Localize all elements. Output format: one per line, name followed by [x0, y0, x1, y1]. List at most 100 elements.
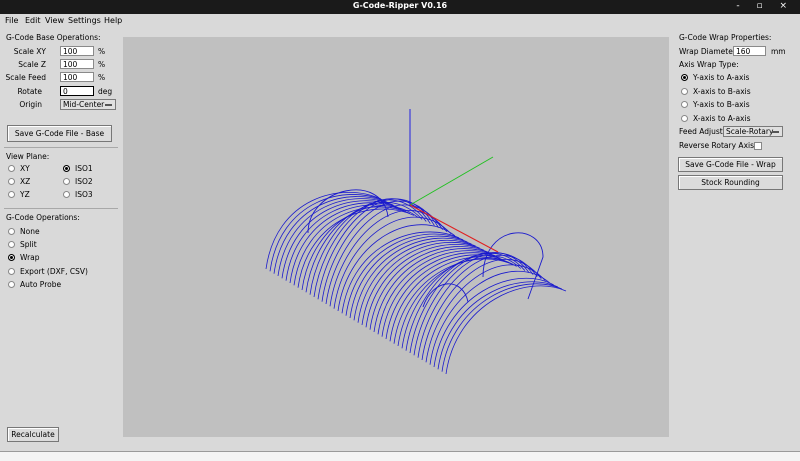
- op-split-label: Split: [20, 240, 37, 249]
- wrap-x-to-a-radio[interactable]: X-axis to A-axis: [681, 114, 751, 123]
- menu-view[interactable]: View: [45, 16, 64, 25]
- op-auto-probe-radio[interactable]: Auto Probe: [8, 280, 61, 289]
- wrapped-toolpath: [265, 189, 567, 375]
- toolpath-pass: [361, 241, 480, 326]
- toolpath-feature: [422, 283, 469, 308]
- radio-icon: [8, 280, 15, 288]
- separator: [4, 208, 118, 209]
- op-wrap-label: Wrap: [20, 253, 40, 262]
- rotate-label: Rotate: [17, 87, 42, 96]
- wrap-y-to-b-label: Y-axis to B-axis: [693, 100, 750, 109]
- origin-select[interactable]: Mid-Center: [60, 99, 116, 110]
- radio-selected-icon: [63, 164, 70, 172]
- reverse-rotary-checkbox[interactable]: [754, 142, 762, 150]
- wrap-y-to-a-radio[interactable]: Y-axis to A-axis: [681, 73, 749, 82]
- save-wrap-button[interactable]: Save G-Code File - Wrap: [678, 157, 783, 172]
- feed-adjust-value: Scale-Rotary: [726, 127, 774, 136]
- toolpath-pass: [369, 246, 489, 330]
- wrap-props-heading: G-Code Wrap Properties:: [679, 33, 772, 42]
- toolpath-pass: [429, 271, 550, 365]
- axis-wrap-type-label: Axis Wrap Type:: [679, 60, 739, 69]
- view-xy-label: XY: [20, 164, 30, 173]
- toolpath-feature: [482, 232, 544, 300]
- menu-edit[interactable]: Edit: [25, 16, 41, 25]
- wrap-diameter-unit: mm: [771, 47, 786, 56]
- reverse-rotary-label: Reverse Rotary Axis: [679, 141, 754, 150]
- menu-file[interactable]: File: [5, 16, 18, 25]
- op-export-radio[interactable]: Export (DXF, CSV): [8, 267, 88, 276]
- wrap-y-to-a-label: Y-axis to A-axis: [693, 73, 750, 82]
- radio-icon: [8, 267, 15, 275]
- title-bar: G-Code-Ripper V0.16 - ▫ ×: [0, 0, 800, 14]
- scale-xy-label: Scale XY: [13, 47, 46, 56]
- window-title: G-Code-Ripper V0.16: [352, 1, 448, 10]
- wrap-y-to-b-radio[interactable]: Y-axis to B-axis: [681, 100, 750, 109]
- radio-icon: [681, 100, 688, 108]
- radio-icon: [8, 240, 15, 248]
- radio-icon: [8, 177, 15, 185]
- toolpath-feature: [307, 189, 389, 234]
- base-ops-heading: G-Code Base Operations:: [6, 33, 101, 42]
- view-iso3-label: ISO3: [75, 190, 93, 199]
- radio-icon: [8, 164, 15, 172]
- view-xz-radio[interactable]: XZ: [8, 177, 30, 186]
- menu-bar: File Edit View Settings Help: [0, 14, 800, 28]
- radio-selected-icon: [681, 73, 688, 81]
- toolpath-pass: [445, 285, 567, 375]
- toolpath-pass: [377, 250, 497, 335]
- wrap-diameter-input[interactable]: 160: [733, 46, 766, 56]
- toolpath-pass: [345, 233, 464, 316]
- view-iso2-radio[interactable]: ISO2: [63, 177, 93, 186]
- wrap-x-to-b-radio[interactable]: X-axis to B-axis: [681, 87, 751, 96]
- chevron-down-icon: [105, 104, 112, 106]
- view-xz-label: XZ: [20, 177, 31, 186]
- wrap-x-to-a-label: X-axis to A-axis: [693, 114, 751, 123]
- window-controls[interactable]: - ▫ ×: [736, 1, 794, 11]
- op-split-radio[interactable]: Split: [8, 240, 37, 249]
- operations-heading: G-Code Operations:: [6, 213, 80, 222]
- stock-rounding-button[interactable]: Stock Rounding: [678, 175, 783, 190]
- op-none-radio[interactable]: None: [8, 227, 40, 236]
- op-auto-probe-label: Auto Probe: [20, 280, 62, 289]
- toolpath-pass: [365, 244, 484, 328]
- toolpath-canvas[interactable]: [123, 37, 669, 437]
- view-iso2-label: ISO2: [75, 177, 93, 186]
- scale-feed-input[interactable]: 100: [60, 72, 94, 82]
- op-none-label: None: [20, 227, 40, 236]
- wrap-x-to-b-label: X-axis to B-axis: [693, 87, 751, 96]
- scale-xy-input[interactable]: 100: [60, 46, 94, 56]
- y-axis-line: [409, 156, 494, 206]
- toolpath-pass: [349, 235, 468, 319]
- rotate-unit: deg: [98, 87, 113, 96]
- toolpath-pass: [357, 239, 476, 323]
- view-iso3-radio[interactable]: ISO3: [63, 190, 93, 199]
- origin-label: Origin: [19, 100, 42, 109]
- x-axis-line: [409, 204, 499, 253]
- radio-icon: [63, 177, 70, 185]
- scale-feed-label: Scale Feed: [5, 73, 46, 82]
- view-iso1-radio[interactable]: ISO1: [63, 164, 93, 173]
- wrap-diameter-label: Wrap Diameter: [679, 47, 736, 56]
- view-xy-radio[interactable]: XY: [8, 164, 30, 173]
- rotate-input[interactable]: 0: [60, 86, 94, 96]
- scale-z-input[interactable]: 100: [60, 59, 94, 69]
- scale-z-unit: %: [98, 60, 106, 69]
- scale-xy-unit: %: [98, 47, 106, 56]
- menu-help[interactable]: Help: [104, 16, 122, 25]
- toolpath-pass: [409, 251, 530, 354]
- toolpath-pass: [401, 254, 522, 349]
- radio-icon: [8, 227, 15, 235]
- menu-settings[interactable]: Settings: [68, 16, 101, 25]
- view-yz-radio[interactable]: YZ: [8, 190, 30, 199]
- view-iso1-label: ISO1: [75, 164, 93, 173]
- origin-value: Mid-Center: [63, 100, 105, 109]
- op-wrap-radio[interactable]: Wrap: [8, 253, 40, 262]
- recalculate-button[interactable]: Recalculate: [7, 427, 59, 442]
- scale-z-label: Scale Z: [18, 60, 46, 69]
- separator: [4, 147, 118, 148]
- save-base-button[interactable]: Save G-Code File - Base: [7, 125, 112, 142]
- feed-adjust-select[interactable]: Scale-Rotary: [723, 126, 783, 137]
- op-export-label: Export (DXF, CSV): [20, 267, 88, 276]
- toolpath-pass: [441, 283, 563, 372]
- view-plane-heading: View Plane:: [6, 152, 50, 161]
